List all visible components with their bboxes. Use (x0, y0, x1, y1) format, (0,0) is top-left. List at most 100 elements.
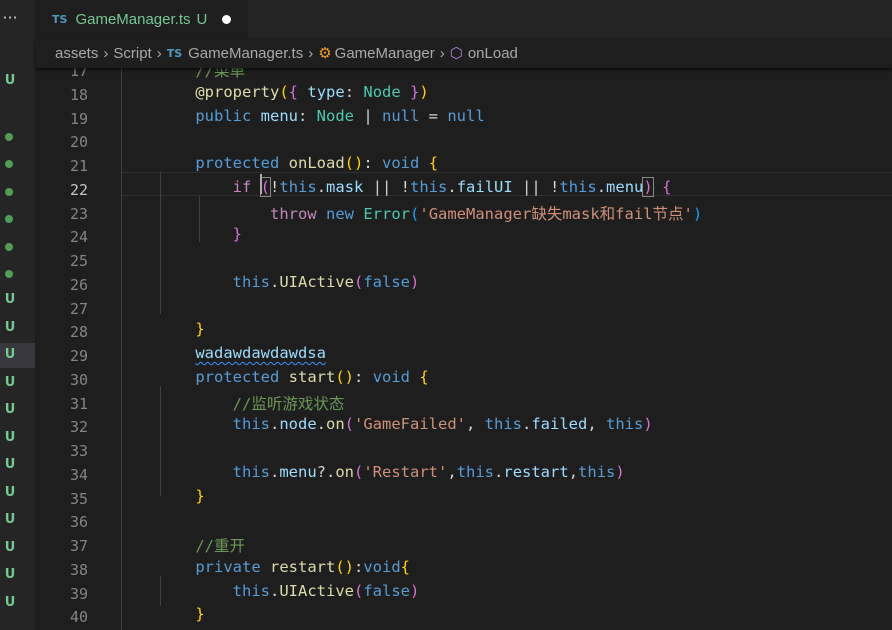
code-line[interactable]: } (158, 225, 242, 249)
code-line[interactable]: this.menu?.on('Restart',this.restart,thi… (158, 463, 625, 487)
code-token: { (400, 557, 411, 576)
code-token: if (232, 177, 252, 196)
line-number: 18 (69, 85, 88, 104)
code-token: ( (410, 204, 420, 223)
code-token: type (307, 82, 345, 101)
code-token: { (662, 177, 672, 196)
code-token: //重开 (195, 537, 245, 555)
breadcrumb-item-script[interactable]: Script (113, 45, 151, 62)
git-untracked-marker: U (4, 540, 16, 555)
git-untracked-marker: U (4, 485, 16, 500)
code-token: , (447, 462, 457, 481)
code-line[interactable]: protected onLoad(): void { (158, 154, 438, 178)
code-token: @property (195, 82, 280, 101)
code-token: : (344, 82, 364, 101)
git-modified-dot-icon (5, 243, 13, 251)
code-token: null (382, 106, 420, 125)
code-line[interactable]: } (158, 320, 204, 344)
code-token: . (269, 581, 280, 600)
breadcrumb-item-assets[interactable]: assets (55, 45, 98, 62)
line-number: 29 (69, 347, 88, 365)
breadcrumb-item-file[interactable]: GameManager.ts (188, 45, 303, 62)
code-line[interactable]: this.node.on('GameFailed', this.failed, … (158, 415, 653, 439)
more-actions-icon[interactable]: ··· (0, 4, 20, 32)
chevron-right-icon: › (308, 44, 314, 62)
code-token: this (232, 272, 270, 291)
code-token: : (298, 106, 317, 125)
line-number: 28 (69, 323, 88, 342)
tab-gamemanager[interactable]: TS GameManager.ts U (35, 0, 248, 38)
line-number: 22 (69, 180, 88, 199)
code-token: { (288, 82, 299, 101)
line-number: 19 (69, 109, 88, 128)
code-token: wadawdawdawdsa (195, 344, 326, 362)
code-line[interactable]: } (158, 605, 204, 629)
code-line[interactable]: private restart():void{ (158, 558, 410, 582)
code-token: ) (410, 272, 420, 291)
code-token: } (195, 486, 205, 505)
code-token: ( (354, 462, 364, 481)
code-token: ) (410, 581, 420, 600)
code-token: false (363, 581, 410, 600)
code-token: = (419, 106, 448, 125)
code-token: ( (344, 415, 355, 434)
code-line[interactable]: //监听游戏状态 (158, 392, 345, 416)
unsaved-dot-icon[interactable] (222, 14, 232, 24)
code-line[interactable]: if (!this.mask || !this.failUI || !this.… (158, 176, 672, 202)
breadcrumb-item-method[interactable]: onLoad (468, 45, 518, 62)
breadcrumb-item-class[interactable]: GameManager (335, 45, 435, 62)
code-token: throw (269, 204, 317, 223)
code-token: private (195, 557, 261, 576)
git-untracked-marker: U (4, 430, 16, 445)
code-line[interactable]: wadawdawdawdsa (158, 344, 326, 368)
code-token: ) (692, 204, 703, 223)
chevron-right-icon: › (103, 44, 109, 62)
code-token: this (456, 462, 495, 481)
line-number: 36 (69, 513, 88, 532)
code-token: void (372, 367, 411, 386)
code-token: ( (259, 176, 272, 197)
code-line[interactable]: //重开 (158, 534, 245, 558)
indent-guide (121, 68, 122, 630)
code-token: public (195, 106, 252, 125)
code-line[interactable]: public menu: Node | null = null (158, 106, 484, 131)
code-token: //菜单 (158, 68, 245, 80)
code-token: mask (326, 177, 364, 196)
code-line[interactable]: @property({ type: Node }) (158, 82, 428, 107)
code-token: , (587, 415, 607, 434)
code-line[interactable]: //菜单 (158, 68, 245, 83)
code-token: | (354, 106, 382, 125)
code-line[interactable]: this.UIActive(false) (158, 581, 420, 606)
chevron-right-icon: › (439, 44, 445, 62)
git-modified-dot-icon (5, 160, 13, 168)
vscode-window: ··· UUUUUUUUUUUUU TS GameManager.ts U as… (0, 0, 892, 630)
class-symbol-icon: ⚙ (318, 45, 332, 62)
code-editor[interactable]: 17 18 19 20 21 22 23 24 25 26 27 28 29 30 31 32 33 34 35 36… (35, 68, 892, 630)
code-token: Node (316, 106, 354, 125)
line-number: 34 (69, 465, 88, 484)
code-token: UIActive (279, 581, 354, 600)
code-line[interactable]: } (158, 486, 205, 511)
code-token: this (279, 177, 317, 196)
code-token: . (596, 177, 607, 196)
code-line[interactable]: protected start(): void { (158, 367, 428, 392)
code-token: () (335, 367, 355, 386)
text-cursor (260, 174, 262, 194)
code-line[interactable]: this.UIActive(false) (158, 272, 420, 297)
line-number: 23 (69, 204, 88, 223)
code-token: restart (270, 557, 336, 576)
code-token: ( (353, 272, 364, 291)
code-token: protected (195, 154, 280, 172)
code-token: node (279, 415, 317, 434)
code-line[interactable]: throw new Error('GameManager缺失mask和fail节… (158, 202, 702, 226)
code-token: } (232, 225, 242, 244)
